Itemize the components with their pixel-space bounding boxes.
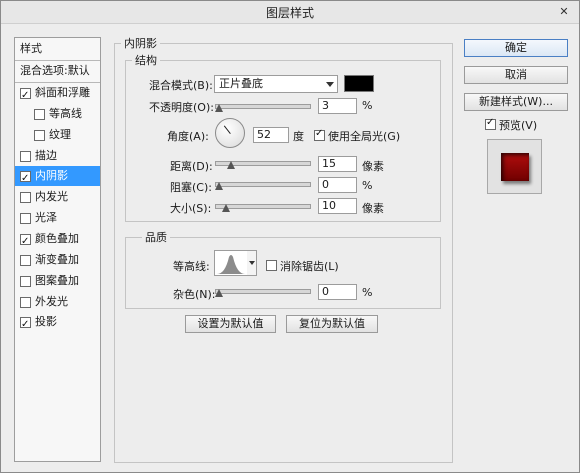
global-light-label: 使用全局光(G) — [328, 130, 401, 143]
preview-swatch — [501, 153, 529, 181]
color-overlay-checkbox[interactable] — [20, 232, 31, 252]
contour-picker[interactable] — [214, 250, 248, 276]
style-list: 样式 混合选项:默认 斜面和浮雕 等高线 纹理 描边 内阴影 内发光 — [14, 37, 101, 462]
outer-glow-checkbox[interactable] — [20, 297, 31, 308]
opacity-slider-handle[interactable] — [215, 104, 223, 112]
reset-default-button[interactable]: 复位为默认值 — [286, 315, 378, 333]
sidebar-item-contour[interactable]: 等高线 — [15, 104, 100, 124]
distance-label: 距离(D): — [170, 160, 213, 173]
inner-glow-checkbox[interactable] — [20, 192, 31, 203]
distance-unit: 像素 — [362, 160, 384, 173]
sidebar-item-label: 等高线 — [49, 107, 82, 120]
sidebar-item-label: 内阴影 — [35, 169, 68, 182]
pattern-overlay-checkbox[interactable] — [20, 276, 31, 287]
opacity-label: 不透明度(O): — [149, 101, 214, 114]
angle-indicator — [223, 125, 231, 134]
sidebar-item-inner-shadow[interactable]: 内阴影 — [15, 166, 100, 189]
sidebar-item-label: 颜色叠加 — [35, 232, 79, 245]
contour-checkbox[interactable] — [34, 109, 45, 120]
angle-label: 角度(A): — [167, 130, 209, 143]
close-icon[interactable]: ✕ — [555, 4, 573, 20]
blend-mode-value: 正片叠底 — [219, 77, 263, 90]
noise-slider[interactable] — [215, 289, 311, 294]
drop-shadow-checkbox[interactable] — [20, 315, 31, 335]
sidebar-item-label: 内发光 — [35, 190, 68, 203]
sidebar-item-label: 光泽 — [35, 211, 57, 224]
structure-title: 结构 — [132, 52, 160, 68]
shadow-color-swatch[interactable] — [344, 75, 374, 92]
sidebar-item-label: 描边 — [35, 149, 57, 162]
sidebar-item-label: 斜面和浮雕 — [35, 86, 90, 99]
sidebar-item-drop-shadow[interactable]: 投影 — [15, 312, 100, 335]
sidebar-item-styles[interactable]: 样式 — [15, 39, 100, 59]
new-style-button[interactable]: 新建样式(W)... — [464, 93, 568, 111]
sidebar-item-label: 投影 — [35, 315, 57, 328]
opacity-unit: % — [362, 99, 373, 112]
cancel-button[interactable]: 取消 — [464, 66, 568, 84]
blend-mode-label: 混合模式(B): — [149, 79, 213, 92]
inner-shadow-checkbox[interactable] — [20, 169, 31, 189]
sidebar-item-texture[interactable]: 纹理 — [15, 125, 100, 145]
satin-checkbox[interactable] — [20, 213, 31, 224]
noise-slider-handle[interactable] — [215, 289, 223, 297]
choke-unit: % — [362, 179, 373, 192]
preview-checkbox[interactable] — [485, 117, 496, 130]
noise-input[interactable]: 0 — [318, 284, 357, 300]
sidebar-item-label: 外发光 — [35, 295, 68, 308]
sidebar-item-label: 渐变叠加 — [35, 253, 79, 266]
chevron-down-icon — [326, 82, 334, 87]
anti-alias-label: 消除锯齿(L) — [280, 260, 339, 273]
size-input[interactable]: 10 — [318, 198, 357, 214]
choke-input[interactable]: 0 — [318, 177, 357, 193]
noise-label: 杂色(N): — [173, 288, 216, 301]
sidebar-item-outer-glow[interactable]: 外发光 — [15, 292, 100, 312]
sidebar-item-pattern-overlay[interactable]: 图案叠加 — [15, 271, 100, 291]
dialog-title: 图层样式 — [265, 6, 314, 20]
size-slider-handle[interactable] — [222, 204, 230, 212]
sidebar-item-stroke[interactable]: 描边 — [15, 146, 100, 166]
blend-mode-select[interactable]: 正片叠底 — [214, 75, 338, 93]
sidebar-item-label: 图案叠加 — [35, 274, 79, 287]
contour-curve-icon — [217, 255, 245, 274]
size-label: 大小(S): — [170, 202, 212, 215]
sidebar-item-blending-options[interactable]: 混合选项:默认 — [15, 61, 100, 81]
layer-style-dialog: 图层样式 ✕ 样式 混合选项:默认 斜面和浮雕 等高线 纹理 描边 — [0, 0, 580, 473]
contour-label: 等高线: — [173, 260, 210, 273]
distance-input[interactable]: 15 — [318, 156, 357, 172]
ok-button[interactable]: 确定 — [464, 39, 568, 57]
distance-slider-handle[interactable] — [227, 161, 235, 169]
title-bar[interactable]: 图层样式 ✕ — [1, 1, 579, 24]
sidebar-item-bevel-emboss[interactable]: 斜面和浮雕 — [15, 83, 100, 106]
preview-label: 预览(V) — [499, 119, 538, 132]
quality-title: 品质 — [142, 229, 170, 245]
opacity-slider[interactable] — [215, 104, 311, 109]
global-light-checkbox[interactable] — [314, 128, 325, 141]
bevel-emboss-checkbox[interactable] — [20, 86, 31, 106]
stroke-checkbox[interactable] — [20, 151, 31, 162]
noise-unit: % — [362, 286, 373, 299]
anti-alias-checkbox[interactable] — [266, 260, 277, 271]
style-preview — [487, 139, 542, 194]
chevron-down-icon — [249, 261, 255, 265]
angle-unit: 度 — [293, 130, 304, 143]
sidebar-item-inner-glow[interactable]: 内发光 — [15, 187, 100, 207]
contour-dropdown-button[interactable] — [247, 250, 257, 276]
angle-dial[interactable] — [215, 118, 245, 148]
size-unit: 像素 — [362, 202, 384, 215]
choke-slider-handle[interactable] — [215, 182, 223, 190]
angle-input[interactable]: 52 — [253, 127, 289, 143]
sidebar-item-gradient-overlay[interactable]: 渐变叠加 — [15, 250, 100, 270]
choke-label: 阻塞(C): — [170, 181, 212, 194]
sidebar-item-label: 样式 — [20, 42, 42, 55]
sidebar-item-label: 纹理 — [49, 128, 71, 141]
choke-slider[interactable] — [215, 182, 311, 187]
sidebar-item-color-overlay[interactable]: 颜色叠加 — [15, 229, 100, 252]
opacity-input[interactable]: 3 — [318, 98, 357, 114]
texture-checkbox[interactable] — [34, 130, 45, 141]
gradient-overlay-checkbox[interactable] — [20, 255, 31, 266]
sidebar-item-satin[interactable]: 光泽 — [15, 208, 100, 228]
panel-title: 内阴影 — [121, 35, 160, 51]
sidebar-item-label: 混合选项:默认 — [20, 64, 90, 77]
set-default-button[interactable]: 设置为默认值 — [185, 315, 276, 333]
